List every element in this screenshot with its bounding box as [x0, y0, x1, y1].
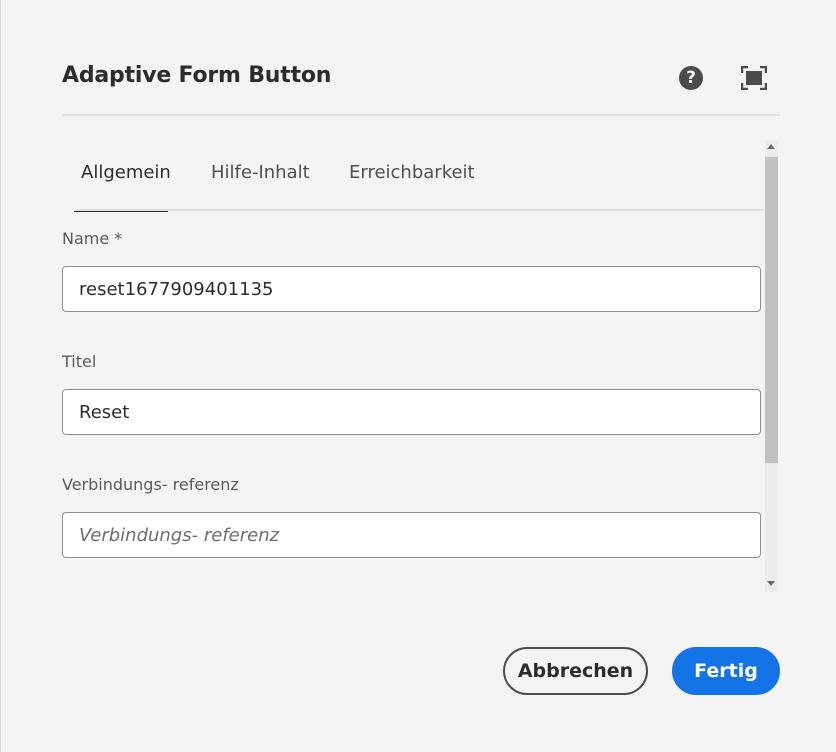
dialog: Adaptive Form Button ? Allgemein Hilfe-I…	[0, 0, 836, 752]
tab-list: Allgemein Hilfe-Inhalt Erreichbarkeit	[74, 162, 764, 212]
scroll-down-arrow-icon[interactable]	[767, 581, 775, 586]
dialog-title: Adaptive Form Button	[62, 63, 332, 88]
tab-label: Allgemein	[81, 162, 171, 183]
header-divider	[62, 114, 780, 116]
title-label: Titel	[62, 352, 97, 371]
dialog-content: Allgemein Hilfe-Inhalt Erreichbarkeit Na…	[62, 140, 780, 592]
tab-allgemein[interactable]: Allgemein	[81, 162, 171, 210]
bind-ref-input[interactable]	[62, 512, 761, 558]
cancel-button[interactable]: Abbrechen	[503, 647, 648, 695]
fullscreen-icon[interactable]	[740, 65, 768, 91]
name-input[interactable]	[62, 266, 761, 312]
bind-ref-label: Verbindungs- referenz	[62, 475, 239, 494]
tabs-divider	[74, 209, 764, 211]
name-label: Name *	[62, 229, 123, 248]
scrollbar-thumb[interactable]	[765, 157, 778, 463]
tab-hilfe-inhalt[interactable]: Hilfe-Inhalt	[211, 162, 310, 210]
help-icon[interactable]: ?	[679, 66, 703, 90]
tab-label: Hilfe-Inhalt	[211, 162, 310, 183]
tab-label: Erreichbarkeit	[349, 162, 475, 183]
tab-erreichbarkeit[interactable]: Erreichbarkeit	[349, 162, 475, 210]
done-button[interactable]: Fertig	[672, 647, 780, 695]
scroll-up-arrow-icon[interactable]	[767, 144, 775, 149]
title-input[interactable]	[62, 389, 761, 435]
dialog-edge	[0, 0, 1, 752]
